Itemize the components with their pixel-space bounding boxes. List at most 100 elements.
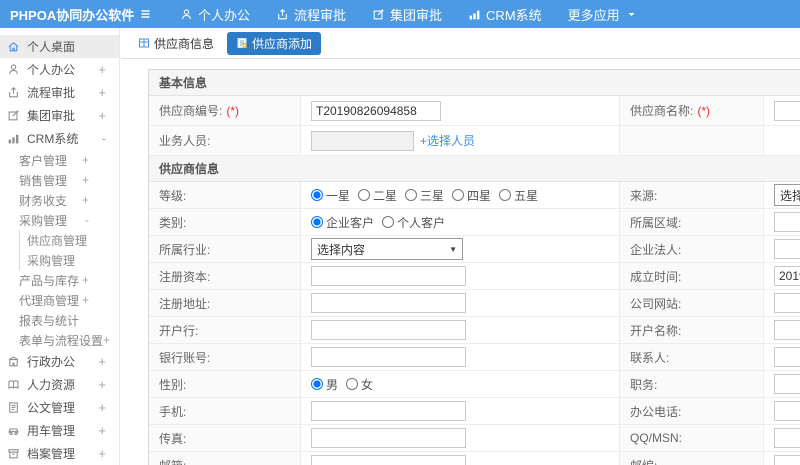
category-option-1[interactable]: 个人客户 xyxy=(382,214,445,231)
sidebar-item-personal-office[interactable]: 个人办公 + xyxy=(0,58,119,81)
category-radio[interactable] xyxy=(382,216,395,228)
qq-msn-input[interactable] xyxy=(774,428,800,448)
supplier-name-input[interactable] xyxy=(774,100,800,121)
sidebar-subitem-supplier-mgmt[interactable]: 供应商管理 xyxy=(20,230,119,250)
level-option-2[interactable]: 三星 xyxy=(405,187,444,204)
sidebar-subitem-form-flow-setting[interactable]: 表单与流程设置 + xyxy=(0,330,119,350)
legal-person-input[interactable] xyxy=(774,239,800,259)
level-radio[interactable] xyxy=(452,189,465,201)
expand-toggle-icon[interactable]: + xyxy=(98,355,106,368)
level-option-1[interactable]: 二星 xyxy=(358,187,397,204)
sidebar-subitem-reports[interactable]: 报表与统计 xyxy=(0,310,119,330)
sidebar-item-personal-desktop[interactable]: 个人桌面 xyxy=(0,35,119,58)
sidebar-subitem-sales-mgmt[interactable]: 销售管理 + xyxy=(0,170,119,190)
contact-input[interactable] xyxy=(774,347,800,367)
expand-toggle-icon[interactable]: + xyxy=(98,401,106,414)
industry-select[interactable]: 选择内容 ▼ xyxy=(311,238,463,260)
position-input[interactable] xyxy=(774,374,800,394)
expand-toggle-icon[interactable]: + xyxy=(98,424,106,437)
account-name-input[interactable] xyxy=(774,320,800,340)
sidebar-item-label: 公文管理 xyxy=(27,401,76,415)
sidebar-item-archive-mgmt[interactable]: 档案管理 + xyxy=(0,442,119,465)
gender-option-1[interactable]: 女 xyxy=(346,376,373,393)
expand-toggle-icon[interactable]: + xyxy=(98,109,106,122)
level-option-3[interactable]: 四星 xyxy=(452,187,491,204)
expand-toggle-icon[interactable]: + xyxy=(103,334,110,346)
level-radio[interactable] xyxy=(311,189,323,201)
gender-radio[interactable] xyxy=(346,378,359,390)
website-input[interactable] xyxy=(774,293,800,313)
book-icon xyxy=(7,378,21,391)
source-control: 选择内容▼ xyxy=(774,184,800,206)
registered-capital-input[interactable] xyxy=(311,266,466,286)
field-value-cell xyxy=(764,96,800,125)
level-radio[interactable] xyxy=(405,189,418,201)
supplier-code-input[interactable] xyxy=(311,100,441,121)
bank-input[interactable] xyxy=(311,320,466,340)
sidebar-subitem-agent-mgmt[interactable]: 代理商管理 + xyxy=(0,290,119,310)
expand-toggle-icon[interactable]: + xyxy=(98,378,106,391)
top-nav-item-3[interactable]: CRM系统 xyxy=(455,0,555,28)
sidebar-item-group-approval[interactable]: 集团审批 + xyxy=(0,104,119,127)
sidebar-item-admin-office[interactable]: 行政办公 + xyxy=(0,350,119,373)
category-option-0[interactable]: 企业客户 xyxy=(311,214,374,231)
expand-toggle-icon[interactable]: + xyxy=(82,294,89,306)
region-label: 所属区域: xyxy=(630,215,682,230)
level-radio[interactable] xyxy=(499,189,512,201)
expand-toggle-icon[interactable]: + xyxy=(98,86,106,99)
expand-toggle-icon[interactable]: + xyxy=(98,63,106,76)
archive-icon xyxy=(7,447,21,460)
menu-toggle-icon[interactable] xyxy=(138,8,153,20)
sidebar-subitem-customer-mgmt[interactable]: 客户管理 + xyxy=(0,150,119,170)
field-value-cell xyxy=(764,452,800,465)
sidebar-subsubmenu: 供应商管理 采购管理 xyxy=(19,230,119,270)
expand-toggle-icon[interactable]: + xyxy=(82,174,89,186)
top-nav-item-2[interactable]: 集团审批 xyxy=(359,0,455,28)
email-input[interactable] xyxy=(311,455,466,465)
sidebar-subitem-purchase-mgmt[interactable]: 采购管理 - xyxy=(0,210,119,230)
bank-account-input[interactable] xyxy=(311,347,466,367)
category-radio[interactable] xyxy=(311,216,323,228)
registered-address-input[interactable] xyxy=(311,293,466,313)
zipcode-input[interactable] xyxy=(774,455,800,465)
tab-supplier-add[interactable]: 供应商添加 xyxy=(227,31,322,55)
expand-toggle-icon[interactable]: + xyxy=(98,447,106,460)
tab-supplier-info[interactable]: 供应商信息 xyxy=(134,32,218,55)
sidebar-item-hr[interactable]: 人力资源 + xyxy=(0,373,119,396)
top-nav-item-4[interactable]: 更多应用 xyxy=(555,0,649,28)
sidebar-subitem-product-stock[interactable]: 产品与库存 + xyxy=(0,270,119,290)
expand-toggle-icon[interactable]: - xyxy=(85,214,89,226)
top-nav-item-0[interactable]: 个人办公 xyxy=(167,0,263,28)
sidebar-item-flow-approval[interactable]: 流程审批 + xyxy=(0,81,119,104)
sidebar-item-doc-mgmt[interactable]: 公文管理 + xyxy=(0,396,119,419)
expand-toggle-icon[interactable]: - xyxy=(102,132,106,145)
founded-date-input[interactable] xyxy=(774,266,800,286)
level-option-4[interactable]: 五星 xyxy=(499,187,538,204)
field-value-cell xyxy=(764,290,800,316)
sidebar-subitem-finance[interactable]: 财务收支 + xyxy=(0,190,119,210)
sidebar-subitem-purchasing[interactable]: 采购管理 xyxy=(20,250,119,270)
field-label-cell: 联系人: xyxy=(619,344,764,370)
gender-radio-group: 男女 xyxy=(311,376,381,393)
level-radio[interactable] xyxy=(358,189,371,201)
document-icon xyxy=(7,401,21,414)
gender-radio[interactable] xyxy=(311,378,323,390)
sidebar-item-vehicle-mgmt[interactable]: 用车管理 + xyxy=(0,419,119,442)
mobile-input[interactable] xyxy=(311,401,466,421)
table-icon xyxy=(138,37,150,49)
field-value-cell: 男女 xyxy=(301,371,619,397)
expand-toggle-icon[interactable]: + xyxy=(82,194,89,206)
business-person-picker-link[interactable]: +选择人员 xyxy=(420,134,475,148)
sidebar-item-crm-system[interactable]: CRM系统 - xyxy=(0,127,119,150)
source-select[interactable]: 选择内容▼ xyxy=(774,184,800,206)
expand-toggle-icon[interactable]: + xyxy=(82,274,89,286)
region-input[interactable] xyxy=(774,212,800,232)
expand-toggle-icon[interactable]: + xyxy=(82,154,89,166)
top-nav-item-1[interactable]: 流程审批 xyxy=(263,0,359,28)
fax-input[interactable] xyxy=(311,428,466,448)
level-option-0[interactable]: 一星 xyxy=(311,187,350,204)
office-phone-input[interactable] xyxy=(774,401,800,421)
field-label-cell: 邮编: xyxy=(619,452,764,465)
business-person-input[interactable] xyxy=(311,130,414,151)
gender-option-0[interactable]: 男 xyxy=(311,376,338,393)
